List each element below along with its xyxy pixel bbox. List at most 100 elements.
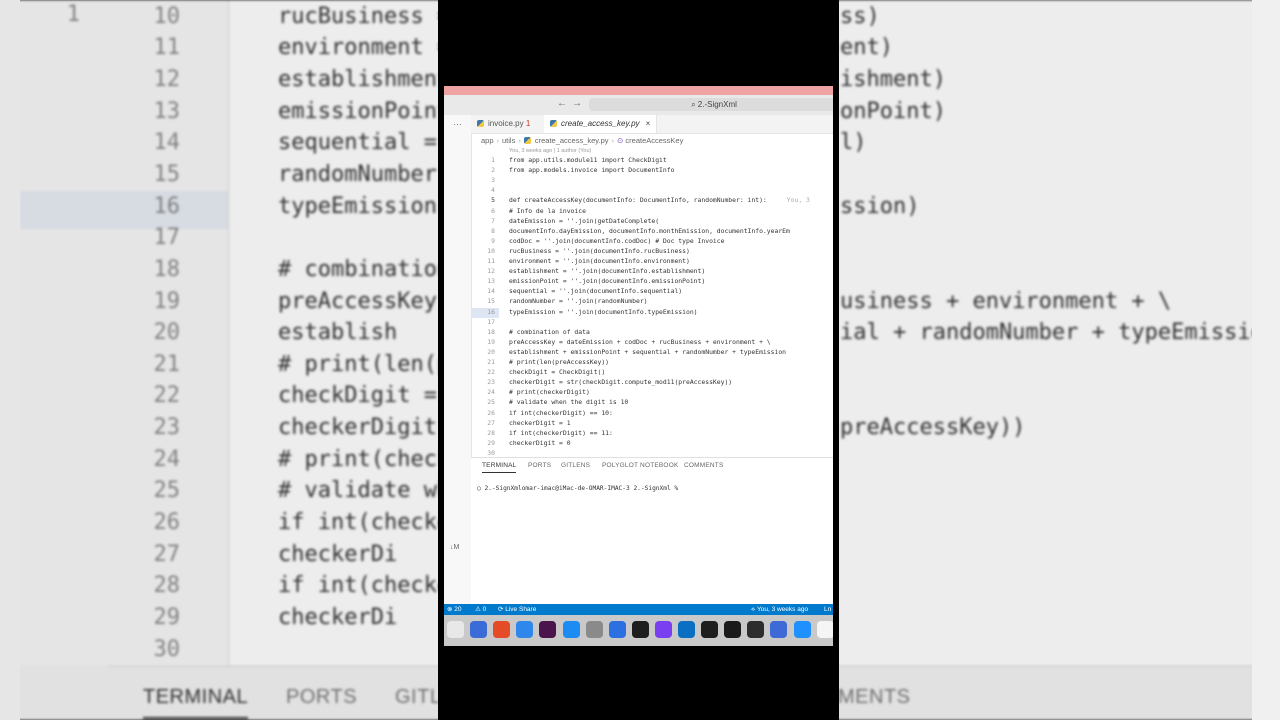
breadcrumb-symbol[interactable]: createAccessKey [625, 136, 683, 145]
bg-line-number: 18 [153, 256, 181, 282]
launchpad-icon[interactable] [447, 621, 464, 638]
chrome-icon[interactable] [493, 621, 511, 638]
code-line[interactable]: 24 # print(checkerDigit) [471, 387, 833, 397]
slack-icon[interactable] [539, 621, 557, 638]
edge-icon[interactable] [793, 621, 811, 638]
tab-create-access-key-py[interactable]: create_access_key.py × [544, 115, 658, 133]
terminal-icon[interactable] [631, 621, 649, 638]
bg-line-code-right: ssion) [840, 193, 920, 219]
vscode-icon[interactable] [678, 621, 695, 638]
code-line[interactable]: 21 # print(len(preAccessKey)) [471, 357, 833, 367]
code-line[interactable]: 18 # combination of data [471, 327, 833, 337]
code-line[interactable]: 5 def createAccessKey(documentInfo: Docum… [471, 195, 833, 205]
browser-icon[interactable] [770, 621, 788, 638]
bg-line-code: rucBusiness = [278, 3, 451, 29]
tab-terminal[interactable]: TERMINAL [482, 462, 517, 473]
breadcrumb-app[interactable]: app [481, 136, 494, 145]
code-line[interactable]: 2 from app.models.invoice import Document… [471, 165, 833, 175]
recording-bar [444, 86, 833, 95]
python-file-icon [477, 120, 484, 127]
code-line[interactable]: 27 checkerDigit = 1 [471, 418, 833, 428]
more-dots-icon[interactable]: ··· [453, 119, 462, 129]
bg-line-number: 19 [153, 288, 181, 314]
line-code: codDoc = ''.join(documentInfo.codDoc) # … [509, 236, 725, 245]
code-line[interactable]: 1 from app.utils.module11 import CheckDig… [471, 155, 833, 165]
bg-line-code: checkDigit = [278, 383, 437, 409]
line-number: 5 [491, 196, 495, 205]
bg-line-code-right: onPoint) [840, 98, 946, 124]
xcode-icon[interactable] [608, 621, 626, 638]
tab-polyglot-notebook[interactable]: POLYGLOT NOTEBOOK [602, 462, 678, 469]
bg-line-number: 24 [153, 446, 181, 472]
activity-bar: ··· ↓M [444, 115, 472, 605]
bg-line-code: checkerDigit [278, 415, 437, 441]
back-arrow-icon[interactable]: ← [557, 98, 567, 109]
code-line[interactable]: 19 preAccessKey = dateEmission + codDoc … [471, 337, 833, 347]
finder-icon[interactable] [470, 621, 488, 638]
line-number: 10 [487, 246, 495, 255]
code-line[interactable]: 3 [471, 175, 833, 185]
safari-icon[interactable] [516, 621, 534, 638]
code-line[interactable]: 17 [471, 317, 833, 327]
line-code: if int(checkerDigit) == 11: [509, 428, 613, 437]
editor-tabs: invoice.py 1 create_access_key.py × [471, 115, 833, 134]
notes-icon[interactable] [816, 621, 833, 638]
code-line[interactable]: 26 if int(checkerDigit) == 10: [471, 408, 833, 418]
figma-icon[interactable] [654, 621, 672, 638]
github-icon[interactable] [724, 621, 742, 638]
settings-icon[interactable] [585, 621, 603, 638]
tab-problem-badge: 1 [525, 119, 531, 128]
code-editor[interactable]: 1 from app.utils.module11 import CheckDig… [471, 154, 833, 457]
code-line[interactable]: 10 rucBusiness = ''.join(documentInfo.ru… [471, 246, 833, 256]
code-line[interactable]: 15 randomNumber = ''.join(randomNumber) [471, 296, 833, 306]
tool-icon[interactable] [747, 621, 765, 638]
code-line[interactable]: 20 establishment + emissionPoint + seque… [471, 347, 833, 357]
iterm-icon[interactable] [701, 621, 719, 638]
close-tab-icon[interactable]: × [646, 119, 651, 128]
status-errors[interactable]: ⊗ 20 [447, 604, 461, 615]
code-line[interactable]: 6 # Info de la invoice [471, 206, 833, 216]
line-number: 20 [487, 347, 495, 356]
tab-gitlens[interactable]: GITLENS [561, 462, 590, 469]
bg-line-number: 20 [153, 320, 181, 346]
code-line[interactable]: 9 codDoc = ''.join(documentInfo.codDoc) … [471, 236, 833, 246]
tab-label: invoice.py [488, 119, 524, 128]
forward-arrow-icon[interactable]: → [572, 98, 582, 109]
breadcrumb-utils[interactable]: utils [502, 136, 515, 145]
code-line[interactable]: 22 checkDigit = CheckDigit() [471, 367, 833, 377]
appstore-icon[interactable] [562, 621, 580, 638]
line-code: # Info de la invoice [509, 206, 586, 215]
code-line[interactable]: 12 establishment = ''.join(documentInfo.… [471, 266, 833, 276]
status-warnings[interactable]: ⚠ 0 [475, 604, 486, 615]
tab-comments[interactable]: COMMENTS [684, 462, 724, 469]
code-line[interactable]: 23 checkerDigit = str(checkDigit.compute… [471, 377, 833, 387]
line-code: # validate when the digit is 10 [509, 398, 629, 407]
code-line[interactable]: 8 documentInfo.dayEmission, documentInfo… [471, 226, 833, 236]
command-center-search[interactable]: ⌕ 2.-SignXml [589, 98, 833, 111]
bg-line-code: randomNumber [278, 161, 437, 187]
code-line[interactable]: 28 if int(checkerDigit) == 11: [471, 428, 833, 438]
bg-line-code: typeEmission [278, 193, 437, 219]
code-line[interactable]: 25 # validate when the digit is 10 [471, 397, 833, 407]
code-line[interactable]: 16 typeEmission = ''.join(documentInfo.t… [471, 307, 833, 317]
status-live-share[interactable]: ⟳ Live Share [498, 604, 536, 615]
tab-ports[interactable]: PORTS [528, 462, 551, 469]
status-git-blame[interactable]: ⟡ You, 3 weeks ago [751, 604, 808, 615]
code-line[interactable]: 13 emissionPoint = ''.join(documentInfo.… [471, 276, 833, 286]
code-line[interactable]: 11 environment = ''.join(documentInfo.en… [471, 256, 833, 266]
terminal-prompt[interactable]: ○ 2.-SignXmlomar-imac@iMac-de-OMAR-IMAC-… [477, 485, 678, 492]
bg-tab-gitlens: GITL [395, 686, 442, 708]
tab-invoice-py[interactable]: invoice.py 1 [471, 115, 536, 133]
bg-line-number: 17 [153, 225, 181, 251]
line-number: 28 [487, 428, 495, 437]
status-cursor-position[interactable]: Ln [824, 604, 831, 615]
line-code: checkDigit = CheckDigit() [509, 368, 606, 377]
breadcrumb-file[interactable]: create_access_key.py [535, 136, 609, 145]
code-line[interactable]: 4 [471, 185, 833, 195]
line-code: establishment = ''.join(documentInfo.est… [509, 267, 706, 276]
bg-line-code: if int(checke [278, 573, 451, 599]
code-line[interactable]: 14 sequential = ''.join(documentInfo.seq… [471, 286, 833, 296]
code-line[interactable]: 29 checkerDigit = 0 [471, 438, 833, 448]
bg-line-code: # validate wh [278, 478, 451, 504]
code-line[interactable]: 7 dateEmission = ''.join(getDateComplete… [471, 216, 833, 226]
